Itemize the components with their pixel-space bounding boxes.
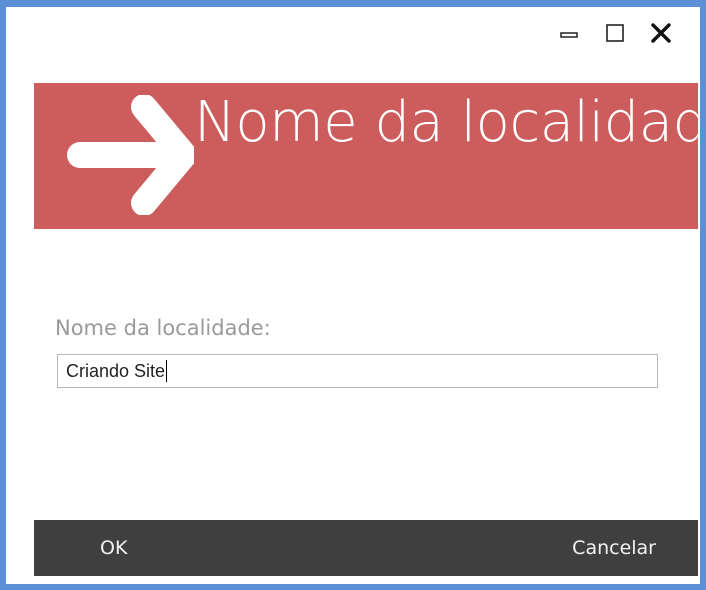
- close-button[interactable]: [638, 21, 684, 45]
- maximize-button[interactable]: [592, 21, 638, 45]
- location-name-label: Nome da localidade:: [55, 316, 271, 340]
- banner-title: Nome da localidade: [194, 90, 698, 155]
- minimize-icon: [560, 27, 578, 39]
- cancel-button[interactable]: Cancelar: [572, 520, 656, 576]
- ok-button[interactable]: OK: [100, 520, 127, 576]
- input-value: Criando Site: [66, 360, 166, 381]
- header-banner: Nome da localidade: [34, 83, 698, 229]
- close-icon: [651, 23, 671, 43]
- text-caret: [166, 360, 168, 382]
- dialog-window: Nome da localidade Nome da localidade: C…: [0, 0, 706, 590]
- arrow-right-icon: [64, 94, 197, 219]
- minimize-button[interactable]: [546, 21, 592, 45]
- dialog-footer: OK Cancelar: [34, 520, 698, 576]
- location-name-input[interactable]: Criando Site: [57, 354, 658, 388]
- window-controls: [546, 21, 684, 45]
- maximize-icon: [606, 24, 624, 42]
